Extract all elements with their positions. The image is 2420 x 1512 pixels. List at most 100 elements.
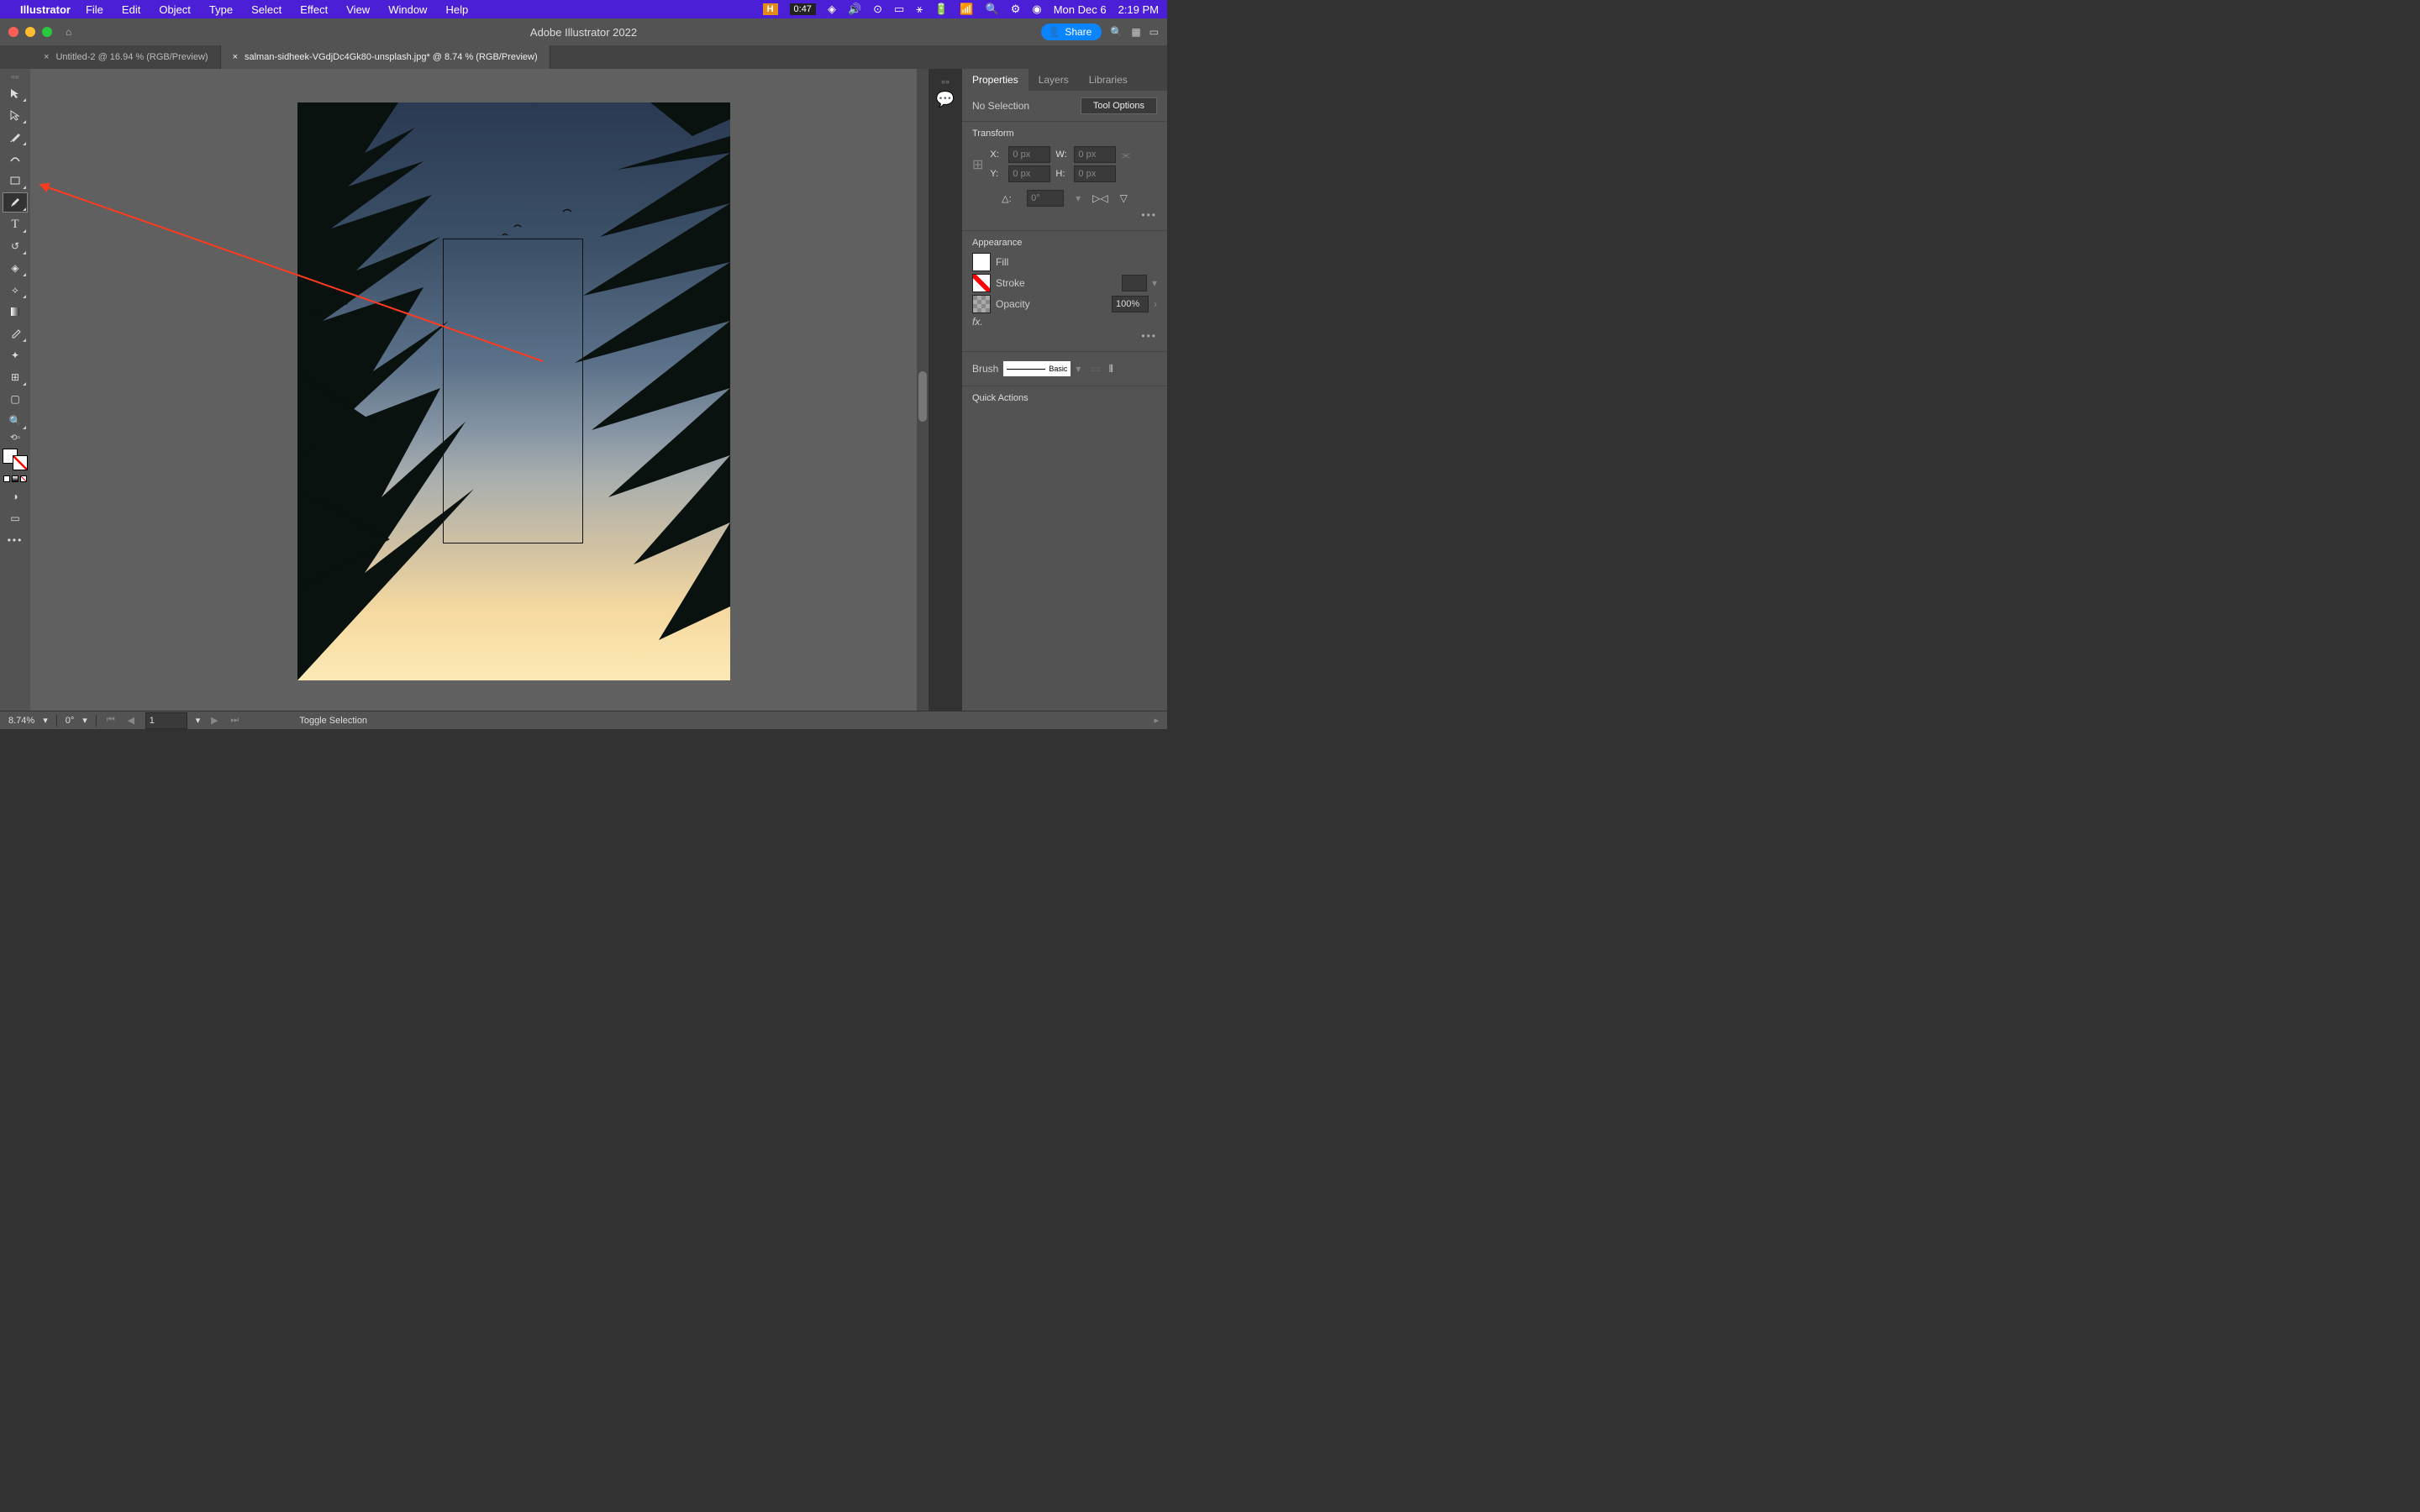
- artboard-dropdown-icon[interactable]: ▾: [196, 715, 201, 726]
- zoom-window-button[interactable]: [42, 27, 52, 37]
- y-field[interactable]: 0 px: [1008, 165, 1050, 182]
- recorder-badge[interactable]: H: [763, 3, 778, 15]
- menu-window[interactable]: Window: [388, 3, 427, 16]
- stroke-swatch[interactable]: [13, 455, 28, 470]
- x-field[interactable]: 0 px: [1008, 146, 1050, 163]
- selection-tool[interactable]: [3, 84, 27, 102]
- workspace-switcher-icon[interactable]: ▭: [1150, 26, 1159, 38]
- menu-edit[interactable]: Edit: [122, 3, 140, 16]
- recorder-time[interactable]: 0:47: [790, 3, 816, 15]
- gradient-tool[interactable]: [3, 302, 27, 321]
- stroke-dropdown-icon[interactable]: ▾: [1152, 277, 1157, 289]
- menu-view[interactable]: View: [346, 3, 370, 16]
- close-window-button[interactable]: [8, 27, 18, 37]
- prev-artboard-button[interactable]: ◀: [125, 715, 137, 727]
- rotate-dropdown-icon[interactable]: ▾: [82, 715, 87, 726]
- minimize-window-button[interactable]: [25, 27, 35, 37]
- brush-options-icon[interactable]: ▭: [1091, 363, 1100, 375]
- menu-select[interactable]: Select: [251, 3, 281, 16]
- close-tab-icon[interactable]: ×: [233, 52, 238, 62]
- direct-selection-tool[interactable]: [3, 106, 27, 124]
- opacity-flyout-icon[interactable]: ›: [1154, 298, 1157, 310]
- screen-mode-button[interactable]: ▭: [3, 509, 27, 528]
- stroke-swatch[interactable]: [972, 274, 991, 292]
- curvature-tool[interactable]: [3, 150, 27, 168]
- reference-point-icon[interactable]: ⊞: [972, 156, 983, 173]
- tab-libraries[interactable]: Libraries: [1079, 69, 1138, 91]
- tab-properties[interactable]: Properties: [962, 69, 1028, 91]
- share-button[interactable]: 👤 Share: [1041, 24, 1102, 40]
- bluetooth-icon[interactable]: ⚹: [916, 3, 923, 16]
- vertical-scrollbar[interactable]: [917, 69, 929, 711]
- fill-stroke-swatches[interactable]: [3, 449, 28, 470]
- draw-mode-button[interactable]: ◑: [3, 487, 27, 506]
- search-docs-icon[interactable]: 🔍: [1110, 26, 1123, 38]
- artboard-tool[interactable]: ▢: [3, 390, 27, 408]
- menubar-clock[interactable]: 2:19 PM: [1118, 3, 1159, 16]
- last-artboard-button[interactable]: ⏭: [229, 715, 240, 727]
- panel-grip[interactable]: »»: [929, 77, 962, 86]
- brush-dropdown-icon[interactable]: ▾: [1076, 363, 1081, 375]
- fx-button[interactable]: fx.: [972, 316, 983, 328]
- toolbar-grip[interactable]: ««: [0, 72, 30, 81]
- fill-swatch[interactable]: [972, 253, 991, 271]
- shape-builder-tool[interactable]: ◈: [3, 259, 27, 277]
- wifi-icon[interactable]: 📶: [960, 3, 973, 16]
- flip-v-icon[interactable]: ▽: [1120, 192, 1128, 204]
- artboard-image[interactable]: [297, 102, 730, 680]
- w-field[interactable]: 0 px: [1074, 146, 1116, 163]
- first-artboard-button[interactable]: ⏮: [105, 715, 117, 727]
- app-menu[interactable]: Illustrator: [20, 3, 71, 16]
- constrain-icon[interactable]: ⫘: [1121, 149, 1130, 161]
- menubar-date[interactable]: Mon Dec 6: [1054, 3, 1107, 16]
- brush-preset-dropdown[interactable]: Basic: [1003, 361, 1071, 376]
- drawn-rectangle[interactable]: [443, 239, 583, 543]
- pen-tool[interactable]: [3, 128, 27, 146]
- color-mode-buttons[interactable]: [3, 474, 27, 484]
- opacity-field[interactable]: 100%: [1112, 296, 1149, 312]
- type-tool[interactable]: T: [3, 215, 27, 234]
- symbol-sprayer-tool[interactable]: ✦: [3, 346, 27, 365]
- zoom-level[interactable]: 8.74%: [8, 716, 34, 726]
- artboard-number[interactable]: 1: [145, 712, 187, 729]
- appearance-more-icon[interactable]: •••: [1141, 330, 1157, 342]
- eyedropper-tool[interactable]: [3, 324, 27, 343]
- arrange-docs-icon[interactable]: ▦: [1131, 26, 1140, 38]
- play-icon[interactable]: ⊙: [873, 3, 882, 16]
- free-transform-tool[interactable]: ⊞: [3, 368, 27, 386]
- canvas-area[interactable]: [30, 69, 929, 711]
- angle-dropdown-icon[interactable]: ▾: [1076, 192, 1081, 204]
- control-center-icon[interactable]: ⚙: [1011, 3, 1021, 16]
- siri-icon[interactable]: ◉: [1032, 3, 1041, 16]
- menu-effect[interactable]: Effect: [300, 3, 328, 16]
- zoom-dropdown-icon[interactable]: ▾: [43, 715, 48, 726]
- angle-field[interactable]: 0°: [1027, 190, 1064, 207]
- scrollbar-thumb[interactable]: [918, 371, 927, 422]
- tab-layers[interactable]: Layers: [1028, 69, 1079, 91]
- fill-stroke-toggle[interactable]: ⟲▫: [3, 433, 27, 442]
- display-icon[interactable]: ▭: [894, 3, 904, 16]
- close-tab-icon[interactable]: ×: [44, 52, 49, 62]
- home-button[interactable]: ⌂: [66, 26, 71, 38]
- paintbrush-tool[interactable]: [3, 193, 27, 212]
- rectangle-tool[interactable]: [3, 171, 27, 190]
- comments-panel-icon[interactable]: 💬: [936, 91, 955, 108]
- opacity-swatch[interactable]: [972, 295, 991, 313]
- stroke-weight-field[interactable]: [1122, 275, 1147, 291]
- menu-type[interactable]: Type: [209, 3, 233, 16]
- menu-help[interactable]: Help: [445, 3, 468, 16]
- next-artboard-button[interactable]: ▶: [208, 715, 220, 727]
- status-flyout-icon[interactable]: ▸: [1154, 715, 1159, 726]
- rotate-view[interactable]: 0°: [66, 716, 75, 726]
- edit-toolbar-button[interactable]: •••: [3, 531, 27, 549]
- width-tool[interactable]: ⟡: [3, 281, 27, 299]
- tool-options-button[interactable]: Tool Options: [1081, 97, 1157, 114]
- flip-h-icon[interactable]: ▷◁: [1092, 192, 1107, 204]
- menu-object[interactable]: Object: [159, 3, 191, 16]
- doc-tab-1[interactable]: × Untitled-2 @ 16.94 % (RGB/Preview): [32, 45, 221, 69]
- h-field[interactable]: 0 px: [1074, 165, 1116, 182]
- menu-file[interactable]: File: [86, 3, 103, 16]
- doc-tab-2[interactable]: × salman-sidheek-VGdjDc4Gk80-unsplash.jp…: [221, 45, 550, 69]
- zoom-tool[interactable]: 🔍: [3, 412, 27, 430]
- diamond-icon[interactable]: ◈: [828, 3, 836, 16]
